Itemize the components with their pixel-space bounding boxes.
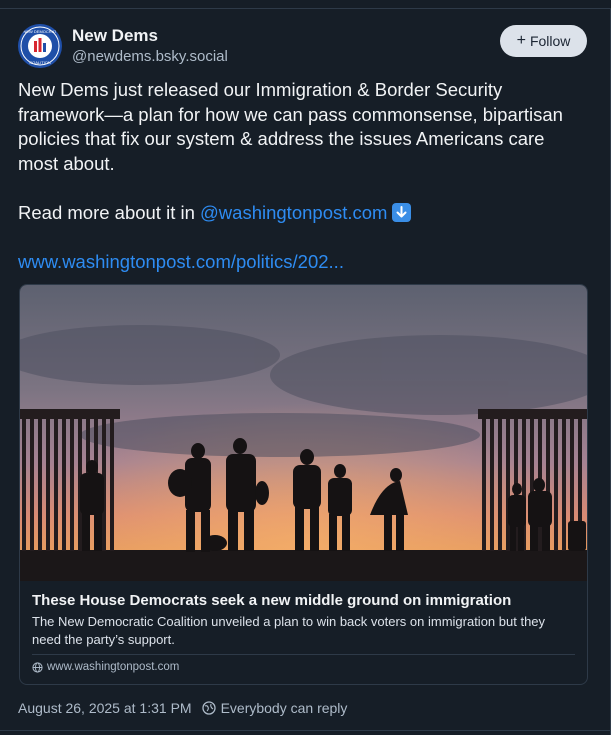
card-image[interactable]	[20, 285, 587, 581]
globe-icon	[32, 661, 43, 673]
card-body: These House Democrats seek a new middle …	[32, 591, 575, 673]
follow-button[interactable]: + Follow	[500, 25, 587, 57]
post-body: New Dems just released our Immigration &…	[18, 78, 578, 275]
external-url-link[interactable]: www.washingtonpost.com/politics/202...	[18, 251, 344, 272]
globe-reply-icon	[201, 701, 216, 715]
svg-text:COALITION: COALITION	[29, 60, 51, 65]
read-more-text: Read more about it in	[18, 201, 201, 223]
svg-text:NEW DEMOCRAT: NEW DEMOCRAT	[23, 29, 57, 34]
new-dems-logo-icon: NEW DEMOCRAT COALITION	[18, 24, 62, 68]
top-divider	[0, 8, 611, 9]
card-domain: www.washingtonpost.com	[32, 661, 575, 673]
mention-link[interactable]: @washingtonpost.com	[200, 202, 387, 223]
post-meta: August 26, 2025 at 1:31 PM Everybody can…	[18, 700, 347, 716]
avatar[interactable]: NEW DEMOCRAT COALITION	[18, 24, 62, 68]
author-names: New Dems @newdems.bsky.social	[72, 26, 228, 67]
card-title[interactable]: These House Democrats seek a new middle …	[32, 591, 575, 611]
author-handle[interactable]: @newdems.bsky.social	[72, 47, 228, 67]
read-more-line: Read more about it in @washingtonpost.co…	[18, 201, 578, 226]
reply-setting-label: Everybody can reply	[220, 700, 348, 716]
post-paragraph: New Dems just released our Immigration &…	[18, 79, 563, 174]
card-description: The New Democratic Coalition unveiled a …	[32, 614, 546, 647]
plus-icon: +	[516, 31, 526, 49]
down-arrow-emoji-icon	[392, 202, 412, 222]
author-display-name[interactable]: New Dems	[72, 26, 228, 46]
card-domain-text: www.washingtonpost.com	[47, 661, 180, 673]
link-preview-card[interactable]: These House Democrats seek a new middle …	[19, 284, 588, 685]
follow-button-label: Follow	[529, 33, 571, 49]
reply-setting[interactable]: Everybody can reply	[201, 700, 348, 716]
bottom-divider	[0, 730, 611, 731]
card-divider	[32, 654, 575, 655]
post-header: NEW DEMOCRAT COALITION New Dems @newdems…	[18, 24, 587, 70]
post-timestamp[interactable]: August 26, 2025 at 1:31 PM	[18, 700, 192, 716]
